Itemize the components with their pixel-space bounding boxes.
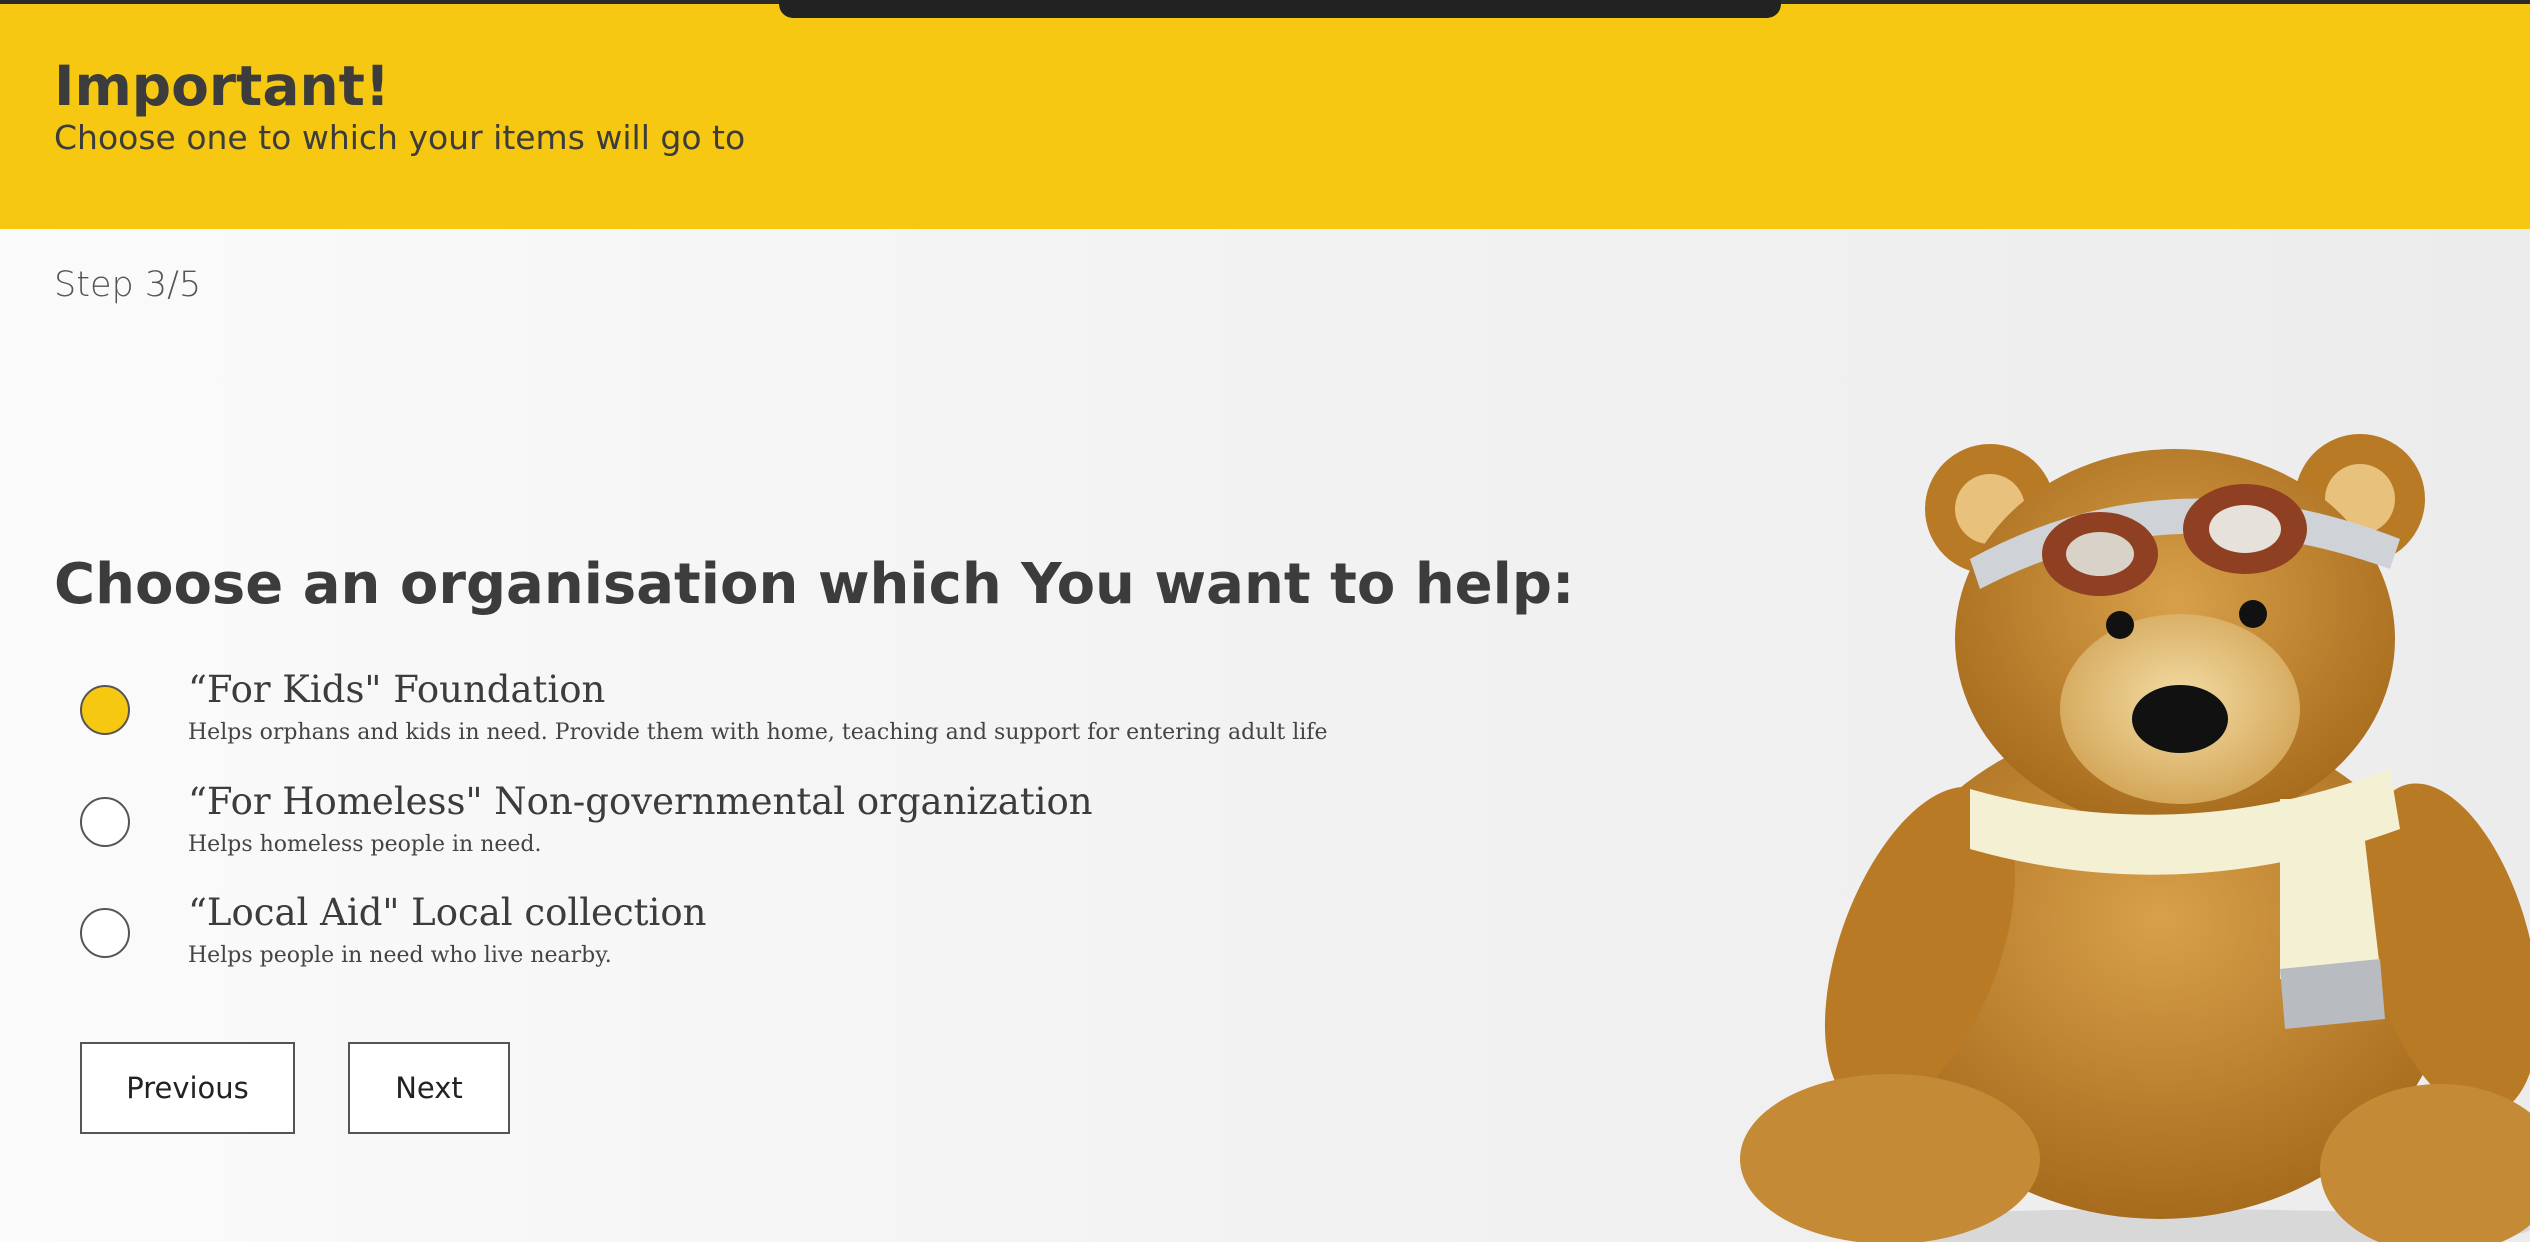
radio-for-homeless[interactable]: [80, 797, 130, 847]
question-heading: Choose an organisation which You want to…: [54, 552, 1575, 617]
main-content: Step 3/5 Choose an organisation which Yo…: [0, 229, 2530, 1242]
teddy-bear-image: [1740, 434, 2530, 1242]
banner-title: Important!: [54, 54, 390, 118]
important-banner: Important! Choose one to which your item…: [0, 4, 2530, 229]
next-button[interactable]: Next: [348, 1042, 510, 1134]
banner-subtitle: Choose one to which your items will go t…: [54, 118, 746, 157]
radio-local-aid[interactable]: [80, 908, 130, 958]
previous-button[interactable]: Previous: [80, 1042, 295, 1134]
option-description: Helps orphans and kids in need. Provide …: [188, 720, 1328, 745]
option-description: Helps people in need who live nearby.: [188, 943, 612, 968]
step-indicator: Step 3/5: [54, 265, 202, 305]
option-description: Helps homeless people in need.: [188, 832, 542, 857]
radio-for-kids[interactable]: [80, 685, 130, 735]
option-title: “Local Aid" Local collection: [188, 891, 707, 934]
option-for-kids[interactable]: “For Kids" Foundation Helps orphans and …: [80, 668, 1380, 770]
option-title: “For Kids" Foundation: [188, 668, 606, 711]
top-dark-tab: [779, 0, 1781, 18]
donation-step-page: Important! Choose one to which your item…: [0, 0, 2530, 1242]
option-for-homeless[interactable]: “For Homeless" Non-governmental organiza…: [80, 780, 1380, 882]
option-local-aid[interactable]: “Local Aid" Local collection Helps peopl…: [80, 891, 1380, 993]
option-title: “For Homeless" Non-governmental organiza…: [188, 780, 1093, 823]
